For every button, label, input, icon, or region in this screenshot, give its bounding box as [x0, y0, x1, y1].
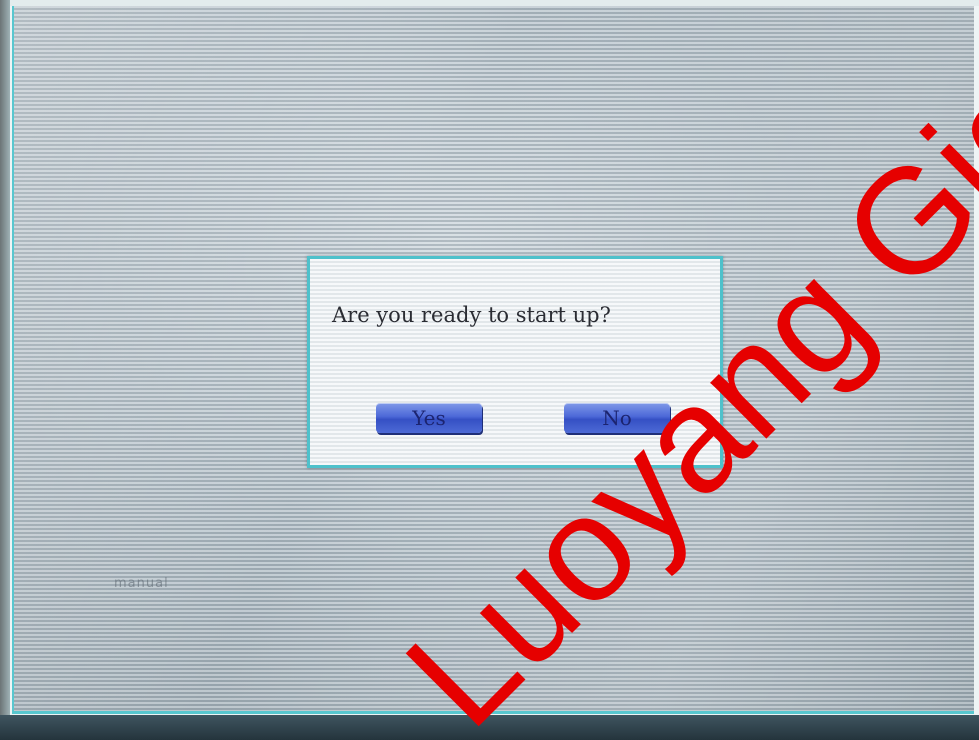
no-button[interactable]: No	[564, 403, 670, 433]
yes-button[interactable]: Yes	[376, 403, 482, 433]
monitor-bezel-left	[0, 0, 10, 740]
monitor-bezel-bottom	[0, 715, 979, 740]
background-faint-label: manual	[114, 576, 169, 591]
confirm-dialog: Are you ready to start up? Yes No	[307, 256, 723, 468]
dialog-message: Are you ready to start up?	[332, 303, 611, 327]
photo-frame: manual Are you ready to start up? Yes No…	[0, 0, 979, 740]
device-screen: manual Are you ready to start up? Yes No	[12, 6, 974, 714]
